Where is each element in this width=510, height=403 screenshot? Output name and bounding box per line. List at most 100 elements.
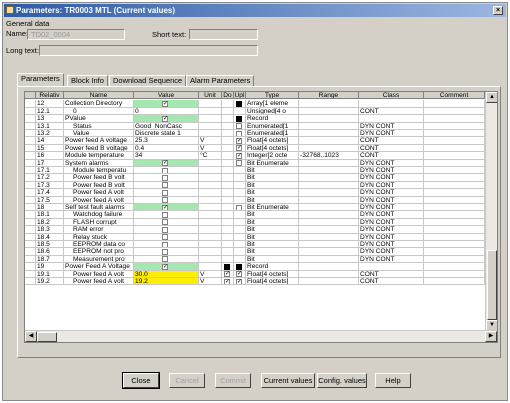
tab-parameters[interactable]: Parameters (17, 73, 64, 86)
table-row[interactable]: 13.2 Value Discrete state 1 Enumerated[1 DYN… (25, 130, 485, 138)
value-checkbox[interactable] (162, 197, 168, 203)
long-text-field[interactable] (39, 45, 258, 56)
cell-value[interactable]: Good_NonCasc (134, 122, 199, 130)
table-row[interactable]: 17.5 Power feed A volt Bit DYN CONT (25, 196, 485, 204)
table-row[interactable]: 14 Power feed A voltage 25.3 V ✓ Float[4 octe… (25, 137, 485, 145)
flag-checkbox[interactable]: ✓ (236, 145, 242, 152)
table-row[interactable]: 16 Module temperature 34 °C ✓ Integer[2 octe -… (25, 152, 485, 160)
horizontal-scroll-thumb[interactable] (37, 332, 57, 342)
table-row[interactable]: 19.1 Power feed A volt 30.0 V ✓ ✓ Float[4 octe… (25, 270, 485, 278)
table-row[interactable]: 18.3 RAM error Bit DYN CONT (25, 226, 485, 234)
flag-checkbox[interactable]: ✓ (236, 137, 242, 144)
cell-value[interactable]: 30.0 (134, 270, 199, 278)
table-row[interactable]: 18.1 Watchdog failure Bit DYN CONT (25, 211, 485, 219)
cell-value[interactable] (134, 218, 199, 227)
cell-value[interactable]: 0 (134, 107, 199, 116)
close-button[interactable]: Close (122, 372, 160, 389)
flag-checkbox[interactable]: ✓ (224, 278, 230, 285)
value-checkbox[interactable]: ✓ (162, 160, 168, 166)
value-checkbox[interactable] (162, 211, 168, 218)
scroll-right-icon[interactable]: ▶ (485, 331, 497, 342)
current-values-button[interactable]: Current values (261, 373, 315, 388)
cell-value[interactable] (134, 248, 199, 256)
col-upload[interactable]: Upl (234, 92, 246, 100)
tab-alarm-parameters[interactable]: Alarm Parameters (186, 75, 255, 86)
horizontal-scrollbar[interactable]: ◀ ▶ (25, 330, 497, 342)
config-values-button[interactable]: Config. values (317, 373, 367, 388)
scroll-up-icon[interactable]: ▲ (486, 92, 497, 103)
flag-checkbox[interactable]: ✓ (236, 271, 242, 277)
table-row[interactable]: 18.7 Measurement pro Bit DYN CONT (25, 255, 485, 264)
cell-value[interactable] (134, 241, 199, 249)
value-checkbox[interactable] (162, 182, 168, 189)
cell-value[interactable] (134, 189, 199, 197)
col-unit[interactable]: Unit (199, 92, 222, 100)
value-checkbox[interactable] (162, 241, 168, 248)
value-checkbox[interactable] (162, 248, 168, 255)
table-row[interactable]: 17.4 Power feed A volt Bit DYN CONT (25, 189, 485, 197)
help-button[interactable]: Help (375, 373, 411, 388)
cell-value[interactable] (134, 181, 199, 190)
table-row[interactable]: 13.1 Status Good_NonCasc Enumerated[1 DYN CO… (25, 122, 485, 130)
cell-value[interactable] (134, 211, 199, 219)
value-checkbox[interactable]: ✓ (162, 204, 168, 211)
close-icon[interactable]: × (493, 6, 503, 15)
cell-value[interactable]: 0.4 (134, 144, 199, 153)
value-checkbox[interactable]: ✓ (162, 100, 168, 107)
tab-download-sequence[interactable]: Download Sequence (109, 75, 187, 86)
value-checkbox[interactable] (162, 256, 168, 263)
table-row[interactable]: 18 Self test fault alarms ✓ Bit Enumerate DY… (25, 204, 485, 212)
cell-value[interactable] (134, 226, 199, 234)
value-checkbox[interactable] (162, 234, 168, 240)
table-row[interactable]: 12 Collection Directory ✓ Array[1 eleme (25, 100, 485, 108)
flag-checkbox[interactable] (236, 204, 242, 211)
flag-checkbox[interactable] (236, 160, 242, 166)
flag-checkbox[interactable] (236, 123, 242, 129)
cell-value[interactable] (134, 233, 199, 241)
scroll-left-icon[interactable]: ◀ (25, 331, 37, 342)
value-checkbox[interactable] (162, 167, 168, 174)
cell-value[interactable]: ✓ (134, 204, 199, 212)
table-row[interactable]: 18.6 EEPROM not pro Bit DYN CONT (25, 248, 485, 256)
table-row[interactable]: 18.4 Relay stuck Bit DYN CONT (25, 233, 485, 241)
cell-value[interactable] (134, 167, 199, 175)
col-relative[interactable]: Relativ (36, 92, 64, 100)
cell-value[interactable] (134, 196, 199, 204)
short-text-field[interactable] (189, 29, 258, 40)
value-checkbox[interactable] (162, 219, 168, 226)
flag-checkbox[interactable]: ✓ (236, 152, 242, 159)
cell-value[interactable]: 19.2 (134, 278, 199, 286)
col-class[interactable]: Class (359, 92, 424, 100)
cell-value[interactable]: ✓ (134, 115, 199, 123)
cell-value[interactable]: ✓ (134, 159, 199, 167)
table-row[interactable]: 13 PValue ✓ Record (25, 115, 485, 123)
cell-value[interactable]: ✓ (134, 263, 199, 271)
tab-block-info[interactable]: Block Info (67, 75, 108, 86)
table-row[interactable]: 12.1 0 0 Unsigned[4 o CONT (25, 107, 485, 116)
value-checkbox[interactable] (162, 189, 168, 196)
flag-checkbox[interactable]: ✓ (224, 271, 230, 277)
cell-value[interactable]: ✓ (134, 100, 199, 108)
vertical-scrollbar[interactable]: ▲ ▼ (485, 92, 497, 331)
table-row[interactable]: 15 Power feed B voltage 0.4 V ✓ Float[4 octet… (25, 144, 485, 153)
cell-value[interactable]: 25.3 (134, 137, 199, 145)
commit-button[interactable]: Commit (215, 373, 251, 388)
flag-checkbox[interactable] (236, 130, 242, 137)
table-row[interactable]: 18.5 EEPROM data co Bit DYN CONT (25, 241, 485, 249)
table-row[interactable]: 17.2 Power feed B volt Bit DYN CONT (25, 174, 485, 182)
table-row[interactable]: 17 System alarms ✓ Bit Enumerate DYN CONT (25, 159, 485, 167)
value-checkbox[interactable] (162, 174, 168, 181)
table-row[interactable]: 18.2 FLASH corrupt Bit DYN CONT (25, 218, 485, 227)
col-value[interactable]: Value (134, 92, 199, 100)
vertical-scroll-thumb[interactable] (487, 250, 497, 320)
table-row[interactable]: 19.2 Power feed A volt 19.2 V ✓ ✓ Float[4 octe… (25, 278, 485, 286)
flag-checkbox[interactable]: ✓ (236, 278, 242, 285)
parameter-table[interactable]: Relativ Name Value Unit Do Upl Type Rang… (24, 91, 498, 343)
value-checkbox[interactable]: ✓ (162, 263, 168, 270)
col-comment[interactable]: Comment (424, 92, 485, 100)
cell-value[interactable]: 34 (134, 152, 199, 160)
title-bar[interactable]: Parameters: TR0003 MTL (Current values) … (4, 4, 506, 17)
value-checkbox[interactable]: ✓ (162, 115, 168, 122)
cell-value[interactable] (134, 174, 199, 182)
cell-value[interactable]: Discrete state 1 (134, 130, 199, 138)
